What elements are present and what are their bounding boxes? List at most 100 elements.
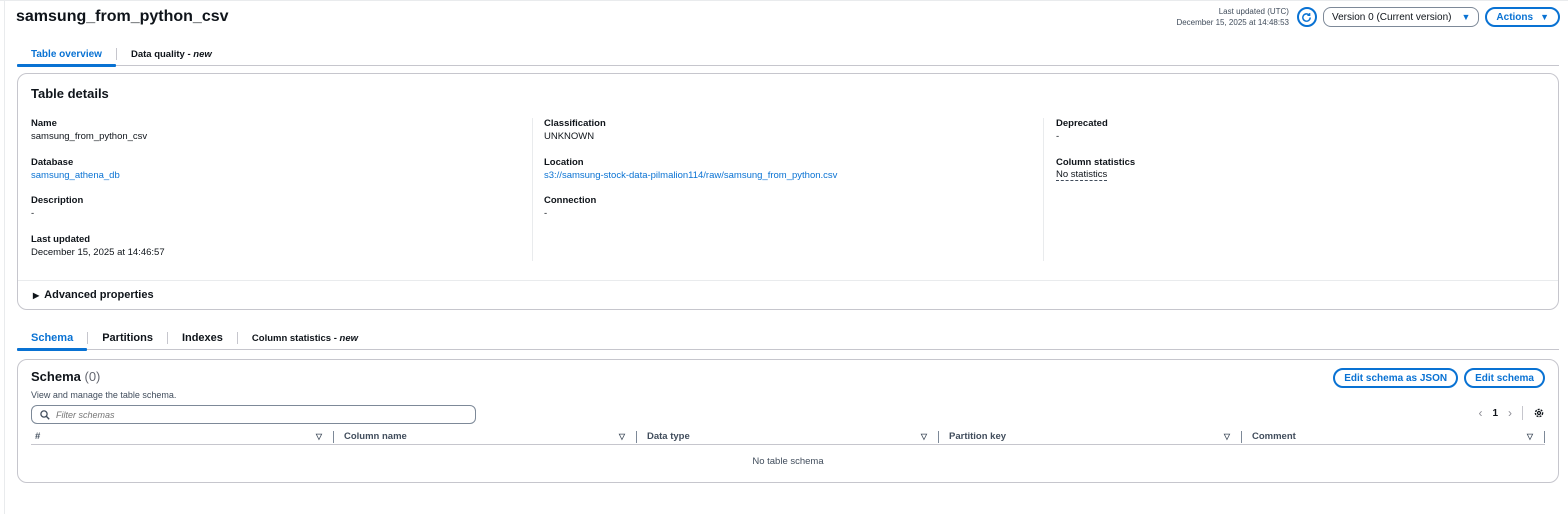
- column-header-label: Data type: [647, 431, 690, 442]
- field-label: Column statistics: [1056, 156, 1136, 168]
- schema-count: (0): [84, 369, 101, 384]
- refresh-button[interactable]: [1296, 7, 1317, 27]
- tab-indexes[interactable]: Indexes: [168, 327, 237, 349]
- sort-icon[interactable]: ▽: [619, 432, 633, 441]
- field-database: Database samsung_athena_db: [31, 157, 531, 196]
- tab-label: Schema: [31, 332, 74, 344]
- tab-partitions[interactable]: Partitions: [88, 327, 167, 349]
- top-border: [0, 0, 1568, 1]
- field-value: UNKNOWN: [544, 131, 595, 142]
- field-label: Description: [31, 195, 84, 206]
- last-updated-label: Last updated (UTC): [1218, 7, 1289, 16]
- column-header[interactable]: # ▽: [31, 429, 334, 444]
- schema-table-header: # ▽ Column name ▽ Data type ▽ Partition …: [31, 429, 1545, 445]
- field-value: samsung_from_python_csv: [31, 131, 148, 142]
- details-column-2: Classification UNKNOWN Location s3://sam…: [544, 118, 1044, 234]
- location-link[interactable]: s3://samsung-stock-data-pilmalion114/raw…: [544, 169, 1044, 183]
- search-icon: [40, 409, 50, 420]
- tab-label: Column statistics -: [251, 332, 340, 344]
- actions-label: Actions: [1496, 11, 1534, 23]
- page-title: samsung_from_python_csv: [16, 8, 229, 25]
- field-label: Database: [31, 156, 74, 168]
- details-column-1: Name samsung_from_python_csv Database sa…: [31, 118, 531, 272]
- schema-description: View and manage the table schema.: [31, 390, 177, 400]
- sort-icon[interactable]: ▽: [921, 432, 935, 441]
- left-border: [4, 0, 5, 514]
- field-description: Description -: [31, 195, 531, 234]
- pager-divider: [1522, 406, 1523, 420]
- column-resizer[interactable]: [1544, 431, 1545, 443]
- advanced-properties-toggle[interactable]: ▶ Advanced properties: [33, 289, 154, 301]
- tab-column-statistics[interactable]: Column statistics - new: [238, 327, 372, 349]
- column-header-label: Comment: [1252, 431, 1296, 442]
- field-name: Name samsung_from_python_csv: [31, 118, 531, 157]
- page-number[interactable]: 1: [1492, 408, 1498, 419]
- tab-table-overview[interactable]: Table overview: [17, 43, 116, 67]
- last-updated-value: December 15, 2025 at 14:48:53: [1176, 18, 1289, 27]
- schema-panel: Schema (0) View and manage the table sch…: [17, 359, 1559, 483]
- section-divider: [18, 280, 1558, 281]
- field-classification: Classification UNKNOWN: [544, 118, 1044, 157]
- sort-icon[interactable]: ▽: [316, 432, 330, 441]
- tab-label: Partitions: [102, 332, 153, 344]
- table-details-panel: Table details Name samsung_from_python_c…: [17, 73, 1559, 310]
- column-header[interactable]: Data type ▽: [637, 429, 939, 444]
- caret-right-icon: ▶: [33, 290, 40, 300]
- column-header[interactable]: Comment ▽: [1242, 429, 1545, 444]
- field-last-updated: Last updated December 15, 2025 at 14:46:…: [31, 234, 531, 273]
- field-value: -: [31, 208, 35, 219]
- caret-down-icon: ▼: [1461, 12, 1471, 22]
- sort-icon[interactable]: ▽: [1527, 432, 1541, 441]
- field-connection: Connection -: [544, 195, 1044, 234]
- field-location: Location s3://samsung-stock-data-pilmali…: [544, 157, 1044, 196]
- field-value: -: [1056, 131, 1060, 142]
- field-label: Connection: [544, 195, 597, 206]
- schema-tabs: Schema Partitions Indexes Column statist…: [17, 327, 1559, 351]
- column-header-label: #: [35, 431, 41, 442]
- field-label: Deprecated: [1056, 118, 1108, 129]
- table-details-title: Table details: [31, 86, 109, 101]
- filter-schemas-input[interactable]: [56, 409, 456, 420]
- new-badge: new: [339, 332, 359, 344]
- empty-state: No table schema: [752, 456, 824, 467]
- chevron-left-icon[interactable]: ‹: [1478, 406, 1482, 420]
- edit-schema-button[interactable]: Edit schema: [1464, 368, 1545, 388]
- field-label: Classification: [544, 118, 606, 129]
- tab-label: Table overview: [31, 48, 102, 60]
- version-select[interactable]: Version 0 (Current version) ▼: [1322, 7, 1480, 27]
- header-actions: Last updated (UTC) December 15, 2025 at …: [1176, 6, 1560, 28]
- field-label: Last updated: [31, 233, 91, 245]
- last-updated-info: Last updated (UTC) December 15, 2025 at …: [1176, 6, 1289, 28]
- caret-down-icon: ▼: [1540, 12, 1549, 22]
- no-statistics-popover[interactable]: No statistics: [1056, 169, 1108, 181]
- actions-button[interactable]: Actions ▼: [1485, 7, 1560, 27]
- page-header: samsung_from_python_csv Last updated (UT…: [16, 5, 1560, 29]
- column-header-label: Partition key: [949, 431, 1007, 442]
- column-header[interactable]: Partition key ▽: [939, 429, 1242, 444]
- gear-icon[interactable]: [1533, 407, 1545, 419]
- sort-icon[interactable]: ▽: [1224, 432, 1238, 441]
- tab-label: Indexes: [181, 332, 223, 344]
- field-value: December 15, 2025 at 14:46:57: [31, 246, 165, 258]
- tab-label: Data quality -: [130, 48, 194, 60]
- field-deprecated: Deprecated -: [1056, 118, 1556, 157]
- chevron-right-icon[interactable]: ›: [1508, 406, 1512, 420]
- tab-data-quality[interactable]: Data quality - new: [117, 43, 226, 65]
- schema-title: Schema (0): [31, 369, 100, 384]
- edit-schema-json-button[interactable]: Edit schema as JSON: [1333, 368, 1459, 388]
- refresh-icon: [1302, 12, 1312, 22]
- schema-actions: Edit schema as JSON Edit schema: [1333, 368, 1545, 388]
- column-divider: [1043, 118, 1044, 261]
- column-divider: [532, 118, 533, 261]
- details-column-3: Deprecated - Column statistics No statis…: [1056, 118, 1556, 195]
- top-tabs: Table overview Data quality - new: [17, 43, 1559, 67]
- pagination: ‹ 1 ›: [1478, 406, 1545, 420]
- tab-schema[interactable]: Schema: [17, 327, 88, 351]
- filter-schemas-field[interactable]: [31, 405, 476, 424]
- field-label: Location: [544, 156, 584, 168]
- column-header[interactable]: Column name ▽: [334, 429, 637, 444]
- column-header-label: Column name: [344, 431, 407, 442]
- new-badge: new: [193, 48, 212, 60]
- version-select-value: Version 0 (Current version): [1331, 11, 1452, 23]
- database-link[interactable]: samsung_athena_db: [31, 169, 531, 183]
